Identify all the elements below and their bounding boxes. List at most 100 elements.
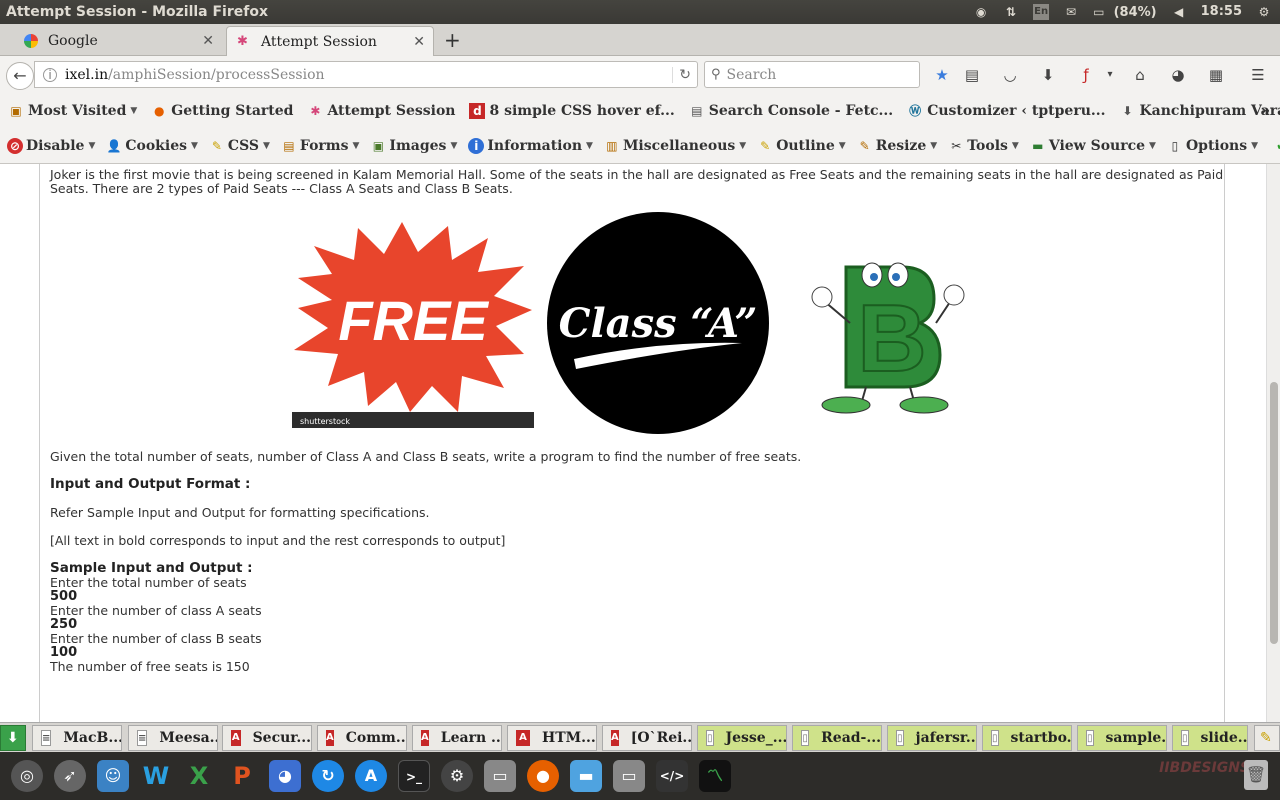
photo-viewer-icon[interactable]: ◕ xyxy=(269,760,301,792)
bookmark-attempt-session[interactable]: ✱ Attempt Session xyxy=(307,103,455,119)
wd-resize-menu[interactable]: ✎ Resize ▼ xyxy=(857,138,938,154)
color-picker-icon[interactable]: ◕ xyxy=(1168,65,1188,85)
clear-downloads-broom-icon[interactable]: ✎ xyxy=(1254,725,1280,751)
download-item[interactable]: ≡ Meesa... xyxy=(128,725,218,751)
bookmark-css-hover[interactable]: d8 simple CSS hover ef... xyxy=(469,103,675,119)
network-icon[interactable]: ⇅ xyxy=(1003,5,1019,19)
reload-icon[interactable]: ↻ xyxy=(672,66,691,83)
flash-dropdown-chevron-icon[interactable]: ▾ xyxy=(1100,65,1120,85)
download-arrow-icon[interactable]: ⬇ xyxy=(0,725,26,751)
wd-disable-menu[interactable]: ⊘ Disable ▼ xyxy=(7,137,96,154)
chevron-down-icon: ▼ xyxy=(450,140,458,151)
mail-icon[interactable]: ✉ xyxy=(1063,5,1079,19)
terminal-icon[interactable]: >_ xyxy=(398,760,430,792)
download-item[interactable]: ▯sample... xyxy=(1077,725,1167,751)
download-item[interactable]: A [O`Rei... xyxy=(602,725,692,751)
download-item[interactable]: ▯ Jesse_... xyxy=(697,725,787,751)
download-item[interactable]: ▯startbo... xyxy=(982,725,1072,751)
trash-icon[interactable]: 🗑 xyxy=(1244,760,1268,790)
free-badge-text: FREE xyxy=(338,289,489,352)
app-store-icon[interactable]: A xyxy=(355,760,387,792)
bookmark-customizer[interactable]: Ⓦ Customizer ‹ tptperu... xyxy=(907,103,1105,119)
more-bookmarks-chevron-icon[interactable]: » xyxy=(1261,103,1270,119)
wd-forms-menu[interactable]: ▤ Forms ▼ xyxy=(281,138,360,154)
vertical-scrollbar[interactable] xyxy=(1266,164,1280,722)
firefox-dock-icon[interactable]: ● xyxy=(527,760,559,792)
pdf-icon: A xyxy=(421,730,429,746)
chevron-down-icon: ▼ xyxy=(88,140,96,151)
bookmark-kanchipuram[interactable]: ⬇Kanchipuram Varada... xyxy=(1120,103,1280,119)
reading-list-icon[interactable]: ▤ xyxy=(962,65,982,85)
download-item[interactable]: A HTM... xyxy=(507,725,597,751)
wd-tools-menu[interactable]: ✂ Tools ▼ xyxy=(948,138,1019,154)
file-icon: ▯ xyxy=(801,730,810,746)
system-settings-icon[interactable]: ⚙ xyxy=(441,760,473,792)
wd-options-menu[interactable]: ▯ Options ▼ xyxy=(1167,138,1258,154)
wps-presentation-icon[interactable]: P xyxy=(226,760,258,792)
wd-css-menu[interactable]: ✎ CSS ▼ xyxy=(209,138,270,154)
bookmark-getting-started[interactable]: ● Getting Started xyxy=(151,103,293,119)
wd-cookies-menu[interactable]: 👤 Cookies ▼ xyxy=(106,138,198,154)
images-icon: ▣ xyxy=(372,138,385,153)
download-item[interactable]: A Secur... xyxy=(222,725,312,751)
css-icon: ✎ xyxy=(211,138,222,153)
code-editor-icon[interactable]: </> xyxy=(656,760,688,792)
flash-icon[interactable]: ƒ xyxy=(1076,65,1096,85)
letter-b-mascot-image: B xyxy=(811,262,965,414)
site-info-icon[interactable]: i xyxy=(43,67,57,82)
wd-information-menu[interactable]: i Information ▼ xyxy=(468,137,593,154)
hamburger-menu-icon[interactable]: ☰ xyxy=(1248,65,1268,85)
settings-gear-icon[interactable]: ⚙ xyxy=(1256,5,1272,19)
wd-outline-menu[interactable]: ✎ Outline ▼ xyxy=(757,138,846,154)
wps-spreadsheet-icon[interactable]: X xyxy=(183,760,215,792)
sync-icon[interactable]: ↻ xyxy=(312,760,344,792)
bookmark-most-visited[interactable]: ▣ Most Visited ▼ xyxy=(8,103,137,119)
tools-icon: ✂ xyxy=(951,138,962,153)
extension-icon[interactable]: ▦ xyxy=(1206,65,1226,85)
download-item[interactable]: ▯ jafersr... xyxy=(887,725,977,751)
bookmark-search-console[interactable]: ▤ Search Console - Fetc... xyxy=(689,103,893,119)
keyboard-lang-indicator[interactable]: En xyxy=(1033,4,1050,20)
back-arrow-icon[interactable]: ← xyxy=(6,62,34,90)
chevron-down-icon: ▼ xyxy=(191,140,198,151)
download-item[interactable]: ▯ slide... xyxy=(1172,725,1248,751)
rocket-launcher-icon[interactable]: ➶ xyxy=(54,760,86,792)
new-tab-plus-icon[interactable]: + xyxy=(444,26,461,54)
chrome-icon[interactable]: ◉ xyxy=(973,5,989,19)
wps-writer-icon[interactable]: W xyxy=(140,760,172,792)
source-icon: ▬ xyxy=(1032,138,1044,153)
battery-indicator[interactable]: ▭ (84%) xyxy=(1093,0,1157,25)
options-icon: ▯ xyxy=(1171,138,1179,153)
battery-icon: ▭ xyxy=(1093,4,1105,19)
bookmark-star-icon[interactable]: ★ xyxy=(932,65,952,85)
chevron-down-icon: ▼ xyxy=(352,140,360,151)
download-item[interactable]: ▯ Read-... xyxy=(792,725,882,751)
download-arrow-icon[interactable]: ⬇ xyxy=(1038,65,1058,85)
scrollbar-thumb[interactable] xyxy=(1270,382,1278,644)
sample-output-line: Enter the number of class A seats xyxy=(50,603,262,618)
search-input[interactable]: ⚲ Search xyxy=(704,61,920,88)
download-item[interactable]: A Learn ... xyxy=(412,725,502,751)
removable-drive-icon[interactable]: ▭ xyxy=(613,760,645,792)
disk-drive-icon[interactable]: ▭ xyxy=(484,760,516,792)
chevron-down-icon: ▼ xyxy=(1011,140,1019,151)
system-monitor-icon[interactable]: 〽 xyxy=(699,760,731,792)
download-item[interactable]: ≡ MacB... xyxy=(32,725,122,751)
download-item[interactable]: A Comm... xyxy=(317,725,407,751)
tab-attempt-session[interactable]: ✱ Attempt Session ✕ xyxy=(226,26,434,56)
clock[interactable]: 18:55 xyxy=(1201,0,1242,24)
close-tab-icon[interactable]: ✕ xyxy=(413,34,425,50)
close-tab-icon[interactable]: ✕ xyxy=(202,33,214,49)
url-bar[interactable]: i ixel.in /amphiSession/processSession ↻ xyxy=(34,61,698,88)
wd-misc-menu[interactable]: ▥ Miscellaneous ▼ xyxy=(604,138,746,154)
wd-images-menu[interactable]: ▣ Images ▼ xyxy=(370,138,458,154)
checkmark-icon[interactable]: ✔ xyxy=(1276,138,1280,154)
dash-home-icon[interactable]: ◎ xyxy=(11,760,43,792)
finder-icon[interactable]: ☺ xyxy=(97,760,129,792)
files-folder-icon[interactable]: ▬ xyxy=(570,760,602,792)
home-icon[interactable]: ⌂ xyxy=(1130,65,1150,85)
wd-view-source-menu[interactable]: ▬ View Source ▼ xyxy=(1030,138,1156,154)
pocket-icon[interactable]: ◡ xyxy=(1000,65,1020,85)
volume-icon[interactable]: ◀ xyxy=(1171,5,1187,19)
tab-google[interactable]: Google ✕ xyxy=(14,26,222,56)
